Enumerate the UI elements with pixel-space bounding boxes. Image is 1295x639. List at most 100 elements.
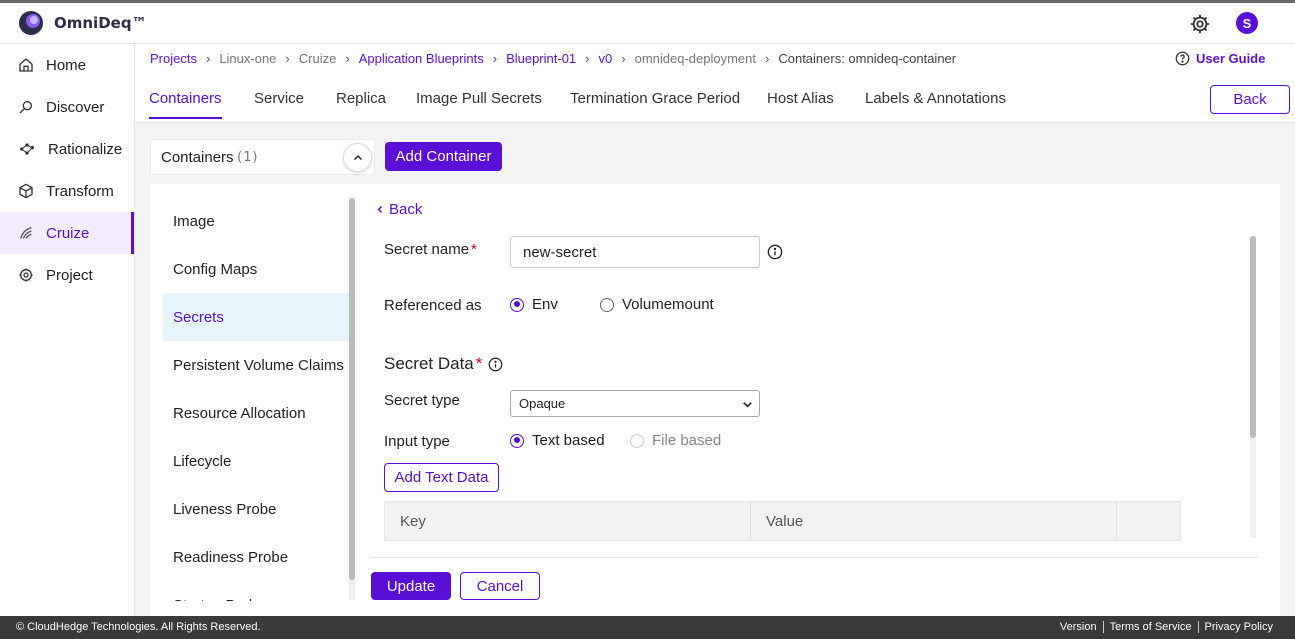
input-type-label: Input type <box>384 433 450 450</box>
key-value-table-header: Key Value <box>384 501 1181 541</box>
tab-replica[interactable]: Replica <box>336 90 386 107</box>
chevron-down-icon <box>743 402 752 408</box>
form-scrollbar[interactable] <box>1250 236 1256 538</box>
back-button[interactable]: Back <box>1210 85 1290 114</box>
tab-image-pull-secrets[interactable]: Image Pull Secrets <box>416 90 542 107</box>
sub-nav-resource-allocation[interactable]: Resource Allocation <box>163 389 349 437</box>
chevron-right-icon: › <box>285 51 290 66</box>
radio-file-based-label: File based <box>652 432 722 449</box>
app-logo[interactable]: OmniDeq™ <box>18 10 147 36</box>
breadcrumb-projects[interactable]: Projects <box>150 51 197 66</box>
form-back-label: Back <box>389 201 423 218</box>
table-header-key: Key <box>385 502 751 540</box>
radio-text-based-label: Text based <box>532 432 605 449</box>
footer-link-privacy[interactable]: Privacy Policy <box>1197 621 1279 633</box>
sidebar-item-project[interactable]: Project <box>0 254 134 296</box>
sidebar: Home Discover Rationalize Transform Crui… <box>0 44 135 296</box>
sidebar-item-cruize[interactable]: Cruize <box>0 212 134 254</box>
omnideq-logo-icon <box>19 11 43 35</box>
referenced-as-label: Referenced as <box>384 297 482 314</box>
sidebar-item-label: Home <box>46 56 87 74</box>
secret-type-label: Secret type <box>384 392 460 409</box>
radio-env[interactable]: Env <box>510 296 558 313</box>
footer-copyright: © CloudHedge Technologies. All Rights Re… <box>16 621 261 633</box>
cancel-button[interactable]: Cancel <box>460 572 540 600</box>
tab-service[interactable]: Service <box>254 90 304 107</box>
app-name: OmniDeq™ <box>54 14 147 32</box>
footer-links: Version Terms of Service Privacy Policy <box>1054 621 1279 633</box>
sub-nav-scrollbar[interactable] <box>349 198 355 600</box>
update-button[interactable]: Update <box>371 572 451 600</box>
sub-nav-persistent-volume-claims[interactable]: Persistent Volume Claims <box>163 341 349 389</box>
breadcrumb-version[interactable]: v0 <box>599 51 613 66</box>
breadcrumb-current: Containers: omnideq-container <box>778 51 957 66</box>
secret-type-value: Opaque <box>519 396 566 411</box>
sidebar-item-label: Project <box>46 266 93 284</box>
secret-data-title: Secret Data * <box>384 354 503 374</box>
sub-nav-liveness-probe[interactable]: Liveness Probe <box>163 485 349 533</box>
containers-dropdown[interactable]: Containers (1) <box>150 139 375 175</box>
collapse-button[interactable] <box>343 143 372 172</box>
chevron-right-icon: › <box>765 51 770 66</box>
breadcrumb-blueprint[interactable]: Blueprint-01 <box>506 51 576 66</box>
user-guide-link[interactable]: User Guide <box>1175 51 1265 66</box>
settings-gear-icon[interactable] <box>1189 13 1211 35</box>
table-header-value: Value <box>751 502 1117 540</box>
divider <box>370 557 1258 558</box>
radio-button[interactable] <box>600 297 614 312</box>
radio-button-disabled <box>630 433 644 448</box>
sidebar-item-label: Cruize <box>46 224 90 242</box>
radio-button-checked[interactable] <box>510 297 524 312</box>
sidebar-item-home[interactable]: Home <box>0 44 134 86</box>
sidebar-item-transform[interactable]: Transform <box>0 170 134 212</box>
sub-nav-secrets[interactable]: Secrets <box>163 293 349 341</box>
help-circle-icon <box>1175 51 1190 66</box>
sidebar-item-discover[interactable]: Discover <box>0 86 134 128</box>
tab-containers[interactable]: Containers <box>149 90 222 119</box>
secret-type-select[interactable]: Opaque <box>510 390 760 417</box>
radio-button-checked[interactable] <box>510 433 524 448</box>
user-avatar[interactable]: S <box>1236 12 1258 34</box>
tab-host-alias[interactable]: Host Alias <box>767 90 834 107</box>
scrollbar-thumb[interactable] <box>1250 236 1256 438</box>
secret-name-input[interactable] <box>510 236 760 268</box>
search-icon <box>19 101 32 114</box>
user-guide-label: User Guide <box>1196 51 1266 66</box>
sidebar-item-rationalize[interactable]: Rationalize <box>0 128 134 170</box>
info-icon[interactable] <box>488 357 503 372</box>
gear-icon <box>19 268 33 282</box>
secret-name-label: Secret name * <box>384 241 477 258</box>
required-mark: * <box>475 354 483 373</box>
radio-file-based: File based <box>630 432 721 449</box>
footer-link-version[interactable]: Version <box>1054 621 1103 633</box>
containers-label: Containers <box>161 148 234 166</box>
radio-text-based[interactable]: Text based <box>510 432 605 449</box>
form-back-link[interactable]: Back <box>376 201 422 218</box>
breadcrumb-application-blueprints[interactable]: Application Blueprints <box>359 51 484 66</box>
add-text-data-button[interactable]: Add Text Data <box>384 463 499 492</box>
tab-labels-annotations[interactable]: Labels & Annotations <box>865 90 1006 107</box>
footer-link-terms[interactable]: Terms of Service <box>1102 621 1198 633</box>
sidebar-item-label: Discover <box>46 98 105 116</box>
breadcrumb-deployment: omnideq-deployment <box>634 51 756 66</box>
chevron-right-icon: › <box>205 51 211 66</box>
chevron-right-icon: › <box>585 51 590 66</box>
tab-bar: Containers Service Replica Image Pull Se… <box>135 77 1295 123</box>
required-mark: * <box>471 241 477 258</box>
tab-termination-grace-period[interactable]: Termination Grace Period <box>570 90 740 107</box>
cruize-icon <box>20 227 32 239</box>
chevron-up-icon <box>353 154 362 160</box>
containers-count: (1) <box>235 149 260 165</box>
cube-icon <box>19 183 33 199</box>
radio-volumemount-label: Volumemount <box>622 296 714 313</box>
add-container-button[interactable]: Add Container <box>385 142 502 171</box>
sub-nav-lifecycle[interactable]: Lifecycle <box>163 437 349 485</box>
footer: © CloudHedge Technologies. All Rights Re… <box>0 616 1295 639</box>
info-icon[interactable] <box>767 244 783 260</box>
radio-volumemount[interactable]: Volumemount <box>600 296 714 313</box>
sub-nav-readiness-probe[interactable]: Readiness Probe <box>163 533 349 581</box>
sub-nav-image[interactable]: Image <box>163 197 349 245</box>
scrollbar-thumb[interactable] <box>349 198 355 580</box>
sub-nav-startup-probe[interactable]: Startup Probe <box>163 581 349 602</box>
sub-nav-config-maps[interactable]: Config Maps <box>163 245 349 293</box>
